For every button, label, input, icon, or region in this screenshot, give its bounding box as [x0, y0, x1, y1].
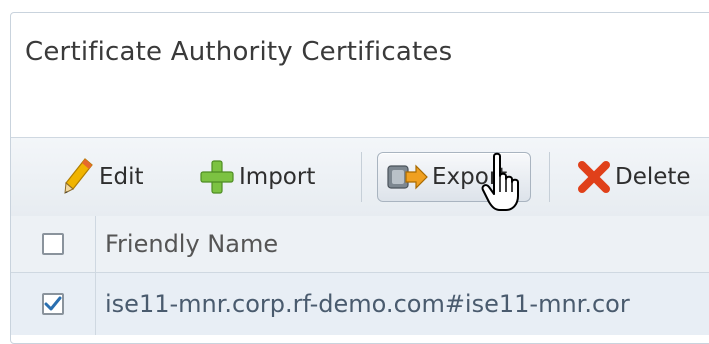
pencil-icon — [61, 157, 95, 197]
plus-icon — [199, 159, 235, 195]
row-checkbox-cell — [11, 273, 96, 335]
select-all-checkbox[interactable] — [42, 233, 64, 255]
toolbar-separator — [549, 152, 550, 202]
export-icon — [386, 162, 428, 192]
edit-label: Edit — [99, 164, 144, 190]
toolbar: Edit Import Export Delete — [11, 137, 709, 217]
delete-button[interactable]: Delete — [577, 152, 691, 202]
table-header: Friendly Name — [11, 216, 709, 273]
toolbar-separator — [361, 152, 362, 202]
friendly-name-cell[interactable]: ise11-mnr.corp.rf-demo.com#ise11-mnr.cor — [105, 273, 630, 335]
hand-cursor-icon — [480, 152, 526, 218]
import-label: Import — [239, 164, 316, 190]
delete-label: Delete — [615, 164, 691, 190]
row-checkbox[interactable] — [42, 293, 64, 315]
column-header-friendly-name[interactable]: Friendly Name — [105, 216, 278, 272]
page-title: Certificate Authority Certificates — [25, 37, 453, 67]
delete-x-icon — [577, 160, 611, 194]
edit-button[interactable]: Edit — [61, 152, 144, 202]
select-all-cell — [11, 216, 96, 272]
table-row[interactable]: ise11-mnr.corp.rf-demo.com#ise11-mnr.cor — [11, 273, 709, 335]
certificate-panel: Certificate Authority Certificates Edit — [10, 12, 709, 344]
import-button[interactable]: Import — [199, 152, 315, 202]
checkmark-icon — [44, 296, 62, 311]
